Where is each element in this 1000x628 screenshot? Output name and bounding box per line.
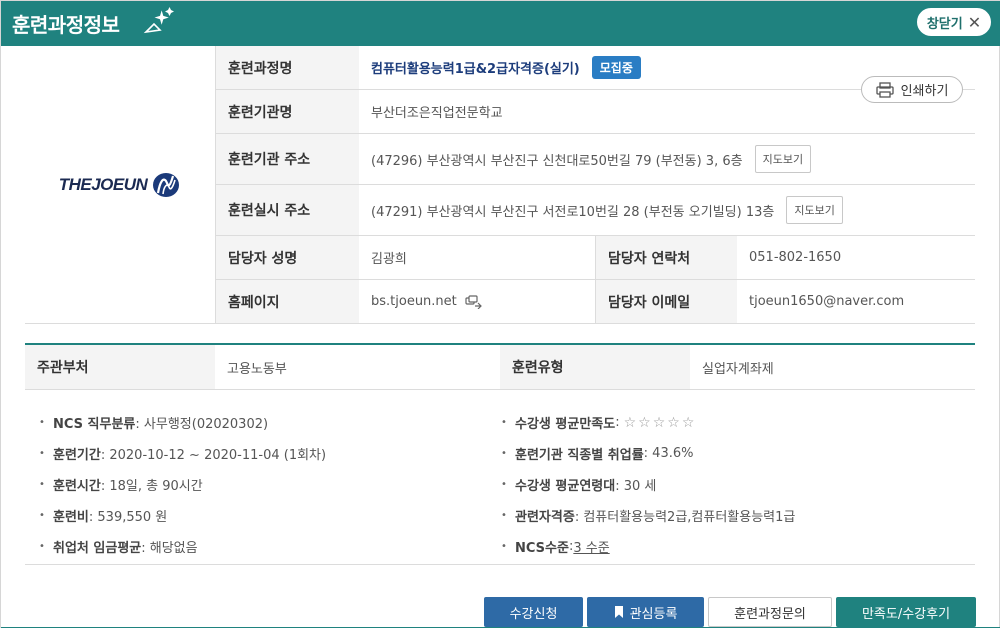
bullet-icon: • bbox=[39, 510, 45, 521]
summary-table: 주관부처 고용노동부 훈련유형 실업자계좌제 bbox=[25, 343, 975, 390]
status-badge: 모집중 bbox=[591, 56, 641, 79]
detail-ncs-level: • NCS수준 : 3 수준 bbox=[501, 531, 795, 562]
detail-label: 취업처 임금평균 bbox=[53, 541, 142, 556]
institution-label: 훈련기관명 bbox=[215, 90, 359, 133]
detail-value: : 18일, 총 90시간 bbox=[100, 479, 203, 494]
review-button[interactable]: 만족도/수강후기 bbox=[836, 597, 976, 627]
course-name-cell: 컴퓨터활용능력1급&2급자격증(실기) 모집중 bbox=[359, 46, 641, 89]
detail-value: : 컴퓨터활용능력2급,컴퓨터활용능력1급 bbox=[574, 510, 796, 525]
sparkle-decoration-icon bbox=[143, 7, 174, 34]
course-info-window: 훈련과정정보 창닫기 ✕ THEJOEUN 훈련과정명 컴퓨터활용능력1급&2급… bbox=[0, 0, 1000, 628]
training-type-value: 실업자계좌제 bbox=[702, 361, 774, 377]
detail-certificates: • 관련자격증 : 컴퓨터활용능력2급,컴퓨터활용능력1급 bbox=[501, 500, 795, 531]
bullet-icon: • bbox=[501, 510, 507, 521]
manager-phone-label: 담당자 연락처 bbox=[595, 236, 737, 279]
ncs-level-link[interactable]: 3 수준 bbox=[573, 537, 609, 556]
bullet-icon: • bbox=[39, 417, 45, 428]
close-icon: ✕ bbox=[967, 12, 982, 32]
institution-address-label: 훈련기관 주소 bbox=[215, 134, 359, 184]
details-right-column: • 수강생 평균만족도 : ☆☆☆☆☆ • 훈련기관 직종별 취업률 : 43.6%… bbox=[501, 407, 795, 562]
manager-row: 담당자 성명 김광희 담당자 연락처 051-802-1650 bbox=[215, 236, 975, 280]
course-name-row: 훈련과정명 컴퓨터활용능력1급&2급자격증(실기) 모집중 bbox=[215, 46, 975, 90]
detail-value: : bbox=[615, 415, 620, 430]
bullet-icon: • bbox=[39, 479, 45, 490]
homepage-cell: bs.tjoeun.net bbox=[359, 280, 595, 323]
detail-value: : 30 세 bbox=[615, 479, 657, 494]
detail-value: : 539,550 원 bbox=[88, 510, 168, 525]
bullet-icon: • bbox=[39, 448, 45, 459]
detail-value: : 43.6% bbox=[643, 446, 694, 461]
training-type-label: 훈련유형 bbox=[500, 345, 690, 389]
header-bar: 훈련과정정보 창닫기 ✕ bbox=[1, 1, 1000, 46]
manager-name-label: 담당자 성명 bbox=[215, 236, 359, 279]
detail-label: 훈련기간 bbox=[53, 448, 101, 463]
details-section: • NCS 직무분류 : 사무행정(02020302) • 훈련기간 : 2020-… bbox=[25, 390, 975, 565]
manager-email: tjoeun1650@naver.com bbox=[749, 294, 905, 309]
institution-row: 훈련기관명 부산더조은직업전문학교 bbox=[215, 90, 975, 134]
course-name-label: 훈련과정명 bbox=[215, 46, 359, 89]
course-name: 컴퓨터활용능력1급&2급자격증(실기) bbox=[371, 62, 580, 77]
bullet-icon: • bbox=[501, 448, 507, 459]
detail-avg-wage: • 취업처 임금평균 : 해당없음 bbox=[39, 531, 326, 562]
manager-email-label: 담당자 이메일 bbox=[595, 280, 737, 323]
detail-label: 수강생 평균만족도 bbox=[515, 417, 616, 432]
detail-avg-age: • 수강생 평균연령대 : 30 세 bbox=[501, 469, 795, 500]
training-address-cell: (47291) 부산광역시 부산진구 서전로10번길 28 (부전동 오기빌딩)… bbox=[359, 185, 843, 235]
logo-mark-icon bbox=[153, 172, 180, 197]
dept-value: 고용노동부 bbox=[227, 361, 287, 377]
bookmark-label: 관심등록 bbox=[629, 606, 678, 622]
details-left-column: • NCS 직무분류 : 사무행정(02020302) • 훈련기간 : 2020-… bbox=[39, 407, 326, 562]
page-title: 훈련과정정보 bbox=[12, 13, 120, 37]
apply-button[interactable]: 수강신청 bbox=[484, 597, 583, 627]
logo-text: THEJOEUN bbox=[58, 174, 148, 194]
star-rating-icon: ☆☆☆☆☆ bbox=[623, 414, 697, 431]
homepage-row: 홈페이지 bs.tjoeun.net 담당자 이메일 tjoeun1650@na… bbox=[215, 280, 975, 324]
detail-label: 수강생 평균연령대 bbox=[515, 479, 616, 494]
detail-label: 관련자격증 bbox=[515, 510, 575, 525]
detail-label: 훈련시간 bbox=[53, 479, 101, 494]
homepage-label: 홈페이지 bbox=[215, 280, 359, 323]
manager-phone: 051-802-1650 bbox=[749, 250, 842, 265]
bullet-icon: • bbox=[501, 541, 507, 552]
training-address-row: 훈련실시 주소 (47291) 부산광역시 부산진구 서전로10번길 28 (부… bbox=[215, 185, 975, 236]
institution-logo-cell: THEJOEUN bbox=[25, 46, 215, 324]
detail-ncs-class: • NCS 직무분류 : 사무행정(02020302) bbox=[39, 407, 326, 438]
bullet-icon: • bbox=[39, 541, 45, 552]
detail-satisfaction: • 수강생 평균만족도 : ☆☆☆☆☆ bbox=[501, 407, 795, 438]
detail-label: NCS 직무분류 bbox=[53, 417, 136, 432]
dept-label: 주관부처 bbox=[25, 345, 215, 389]
close-window-button[interactable]: 창닫기 ✕ bbox=[917, 8, 991, 36]
training-map-button[interactable]: 지도보기 bbox=[786, 196, 843, 224]
bullet-icon: • bbox=[501, 479, 507, 490]
bullet-icon: • bbox=[501, 417, 507, 428]
detail-label: 훈련비 bbox=[53, 510, 89, 525]
institution-address: (47296) 부산광역시 부산진구 신천대로50번길 79 (부전동) 3, … bbox=[371, 153, 743, 169]
institution-map-button[interactable]: 지도보기 bbox=[754, 145, 812, 173]
external-link-icon[interactable] bbox=[465, 294, 483, 309]
detail-period: • 훈련기간 : 2020-10-12 ~ 2020-11-04 (1회차) bbox=[39, 438, 326, 469]
institution-address-row: 훈련기관 주소 (47296) 부산광역시 부산진구 신천대로50번길 79 (… bbox=[215, 134, 975, 185]
close-window-label: 창닫기 bbox=[926, 16, 963, 32]
detail-label: NCS수준 bbox=[515, 541, 569, 556]
inquiry-button[interactable]: 훈련과정문의 bbox=[708, 597, 832, 627]
bookmark-button[interactable]: 관심등록 bbox=[587, 597, 704, 627]
bookmark-icon bbox=[614, 606, 623, 618]
institution-name: 부산더조은직업전문학교 bbox=[371, 106, 503, 121]
detail-fee: • 훈련비 : 539,550 원 bbox=[39, 500, 326, 531]
action-buttons: 수강신청 관심등록 훈련과정문의 만족도/수강후기 bbox=[484, 597, 976, 627]
homepage-link[interactable]: bs.tjoeun.net bbox=[371, 294, 457, 309]
detail-value: : 사무행정(02020302) bbox=[135, 417, 269, 432]
training-address-label: 훈련실시 주소 bbox=[215, 185, 359, 235]
detail-value: : 해당없음 bbox=[141, 541, 198, 556]
institution-logo: THEJOEUN bbox=[59, 172, 182, 198]
institution-address-cell: (47296) 부산광역시 부산진구 신천대로50번길 79 (부전동) 3, … bbox=[359, 134, 812, 184]
detail-label: 훈련기관 직종별 취업률 bbox=[515, 448, 644, 463]
detail-hours: • 훈련시간 : 18일, 총 90시간 bbox=[39, 469, 326, 500]
training-address: (47291) 부산광역시 부산진구 서전로10번길 28 (부전동 오기빌딩)… bbox=[371, 204, 775, 220]
detail-employment-rate: • 훈련기관 직종별 취업률 : 43.6% bbox=[501, 438, 795, 469]
manager-name: 김광희 bbox=[371, 252, 407, 267]
detail-value: : 2020-10-12 ~ 2020-11-04 (1회차) bbox=[100, 448, 327, 463]
